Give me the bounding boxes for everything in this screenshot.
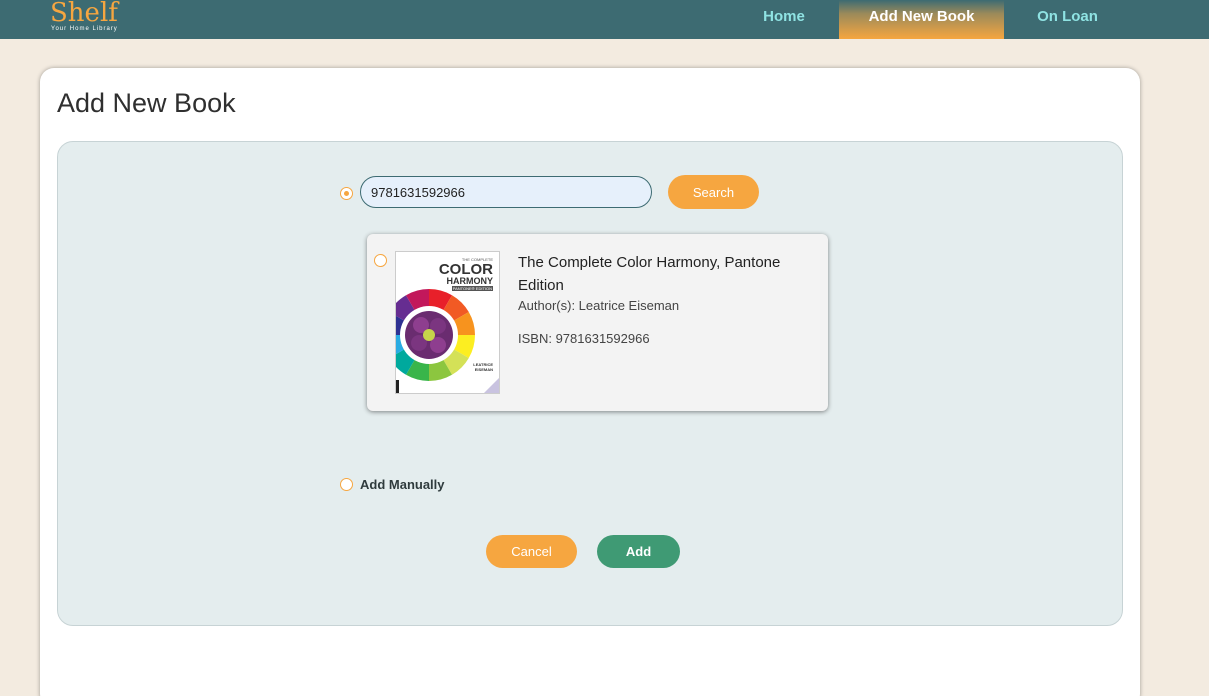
result-select-radio[interactable]	[374, 254, 387, 267]
book-authors: Author(s): Leatrice Eiseman	[518, 298, 680, 313]
add-book-panel: Search	[57, 141, 1123, 626]
main-card: Add New Book Search	[40, 68, 1140, 696]
cover-author-2: EISEMAN	[474, 367, 493, 372]
search-mode-radio[interactable]	[340, 187, 353, 200]
cover-line-3: HARMONY	[446, 276, 494, 286]
nav-on-loan-link[interactable]: On Loan	[1025, 0, 1110, 39]
book-isbn: ISBN: 9781631592966	[518, 331, 650, 346]
add-manually-label[interactable]: Add Manually	[360, 477, 445, 492]
page-title: Add New Book	[57, 88, 236, 118]
add-button[interactable]: Add	[597, 535, 680, 568]
add-manually-radio[interactable]	[340, 478, 353, 491]
isbn-search-input[interactable]	[360, 176, 652, 208]
cover-line-4: PANTONE® EDITION	[451, 286, 493, 291]
nav-home-link[interactable]: Home	[744, 0, 824, 39]
search-button[interactable]: Search	[668, 175, 759, 209]
book-cover-image: THE COMPLETE COLOR HARMONY PANTONE® EDIT…	[395, 251, 500, 394]
top-navbar: Shelf Your Home Library Home Add New Boo…	[0, 0, 1209, 39]
logo-tagline: Your Home Library	[51, 26, 118, 32]
book-title: The Complete Color Harmony, Pantone Edit…	[518, 254, 781, 294]
shelf-logo[interactable]: Shelf Your Home Library	[50, 0, 130, 36]
cancel-button[interactable]: Cancel	[486, 535, 577, 568]
search-result-card[interactable]: THE COMPLETE COLOR HARMONY PANTONE® EDIT…	[367, 234, 828, 411]
logo-wordmark: Shelf	[50, 0, 118, 28]
nav-add-new-book-link[interactable]: Add New Book	[839, 0, 1004, 39]
